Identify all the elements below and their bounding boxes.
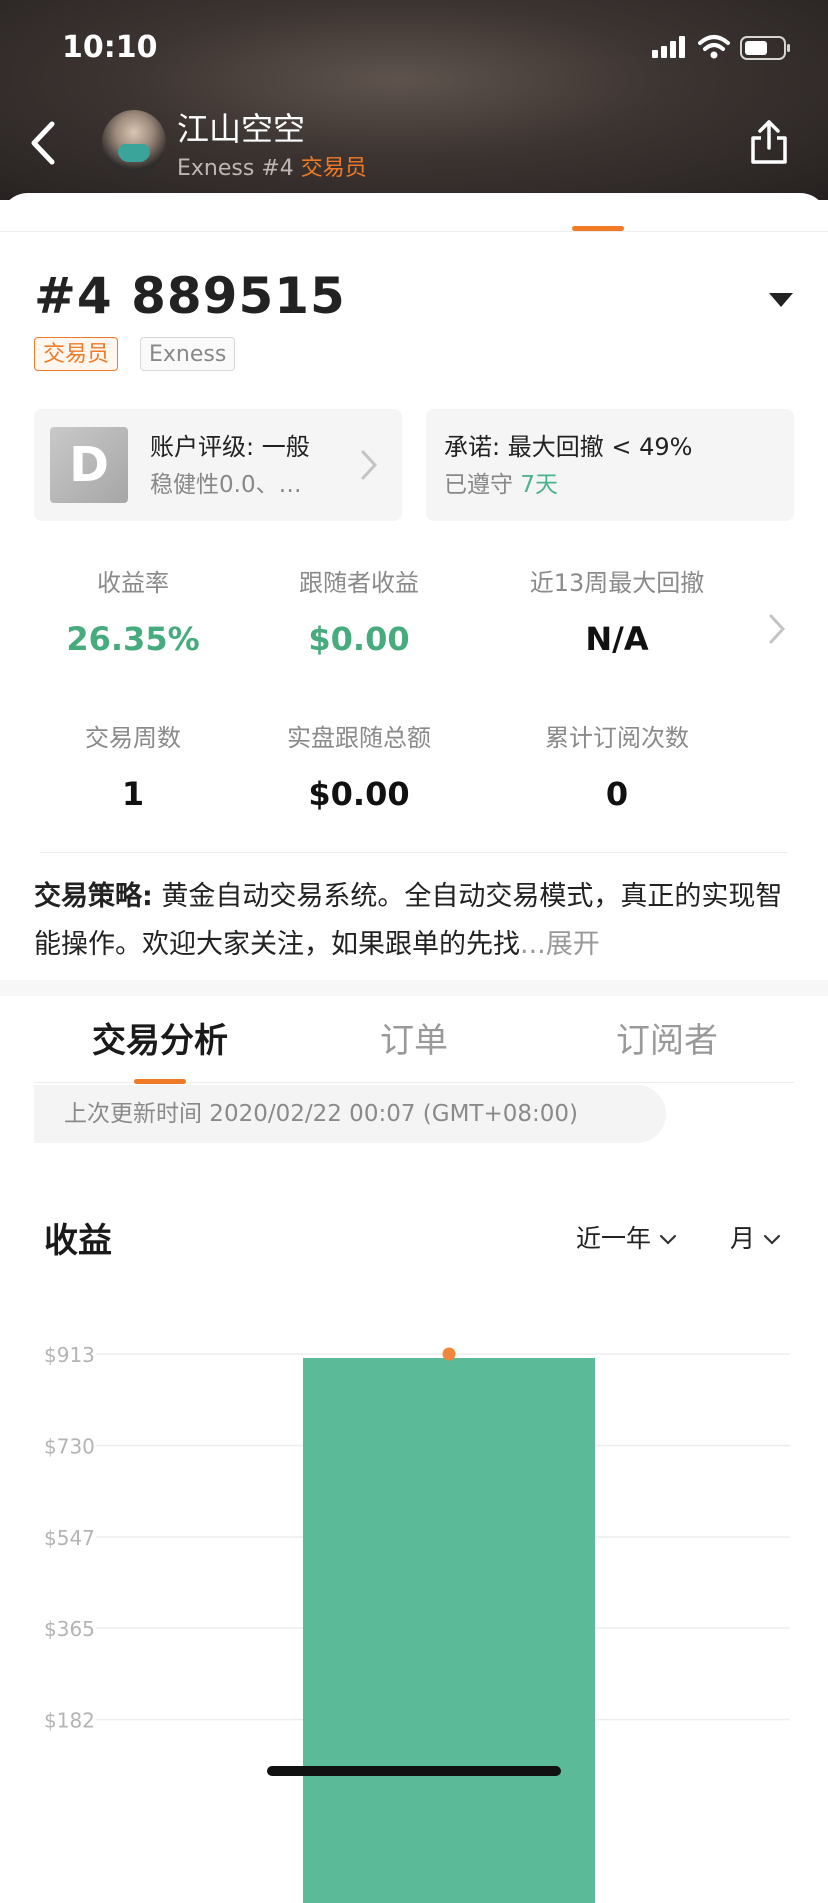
content-sheet: #4 889515 交易员 Exness D 账户评级: 一般 稳健性0.0、……	[0, 193, 828, 1903]
chevron-right-icon[interactable]	[768, 613, 786, 645]
chevron-down-icon	[763, 1234, 781, 1245]
range-select[interactable]: 近一年	[576, 1219, 677, 1255]
top-tab-indicator	[572, 226, 624, 231]
trader-role: 交易员	[300, 156, 367, 181]
range-value: 近一年	[576, 1224, 652, 1253]
trader-rank: #4	[261, 156, 294, 181]
trader-name: 江山空空	[177, 110, 306, 148]
profit-chart: $913 $730 $547 $365 $182	[44, 1343, 790, 1903]
promise-status: 已遵守 7天	[444, 465, 558, 499]
cellular-signal-icon	[652, 36, 685, 58]
section-divider	[0, 980, 828, 996]
avatar-mask	[118, 144, 150, 162]
stat-label: 实盘跟随总额	[287, 724, 431, 752]
home-indicator	[267, 1766, 561, 1776]
account-dropdown-icon[interactable]	[768, 291, 794, 309]
active-tab-indicator	[134, 1079, 186, 1084]
stat-label: 收益率	[97, 569, 169, 597]
stat-value: $0.00	[308, 620, 410, 658]
stat-trading-weeks: 交易周数 1	[20, 718, 246, 813]
stat-label: 近13周最大回撤	[529, 569, 705, 597]
y-tick-label: $365	[44, 1617, 95, 1641]
top-tab-divider	[0, 231, 828, 232]
stat-value: N/A	[585, 620, 649, 658]
chart-point-marker[interactable]	[442, 1347, 456, 1361]
tab-orders[interactable]: 订单	[380, 1013, 448, 1062]
chart-title: 收益	[44, 1221, 112, 1261]
stat-label: 交易周数	[85, 724, 181, 752]
back-arrow-icon[interactable]	[26, 118, 62, 168]
promise-card: 承诺: 最大回撤 < 49% 已遵守 7天	[426, 409, 794, 521]
last-update-bar: 上次更新时间 2020/02/22 00:07 (GMT+08:00)	[34, 1085, 666, 1143]
divider	[40, 852, 788, 853]
strategy-description: 交易策略: 黄金自动交易系统。全自动交易模式，真正的实现智能操作。欢迎大家关注，…	[34, 873, 796, 969]
role-tag: 交易员	[34, 337, 119, 371]
account-rating-card[interactable]: D 账户评级: 一般 稳健性0.0、…	[34, 409, 402, 521]
y-tick-label: $913	[44, 1343, 95, 1367]
battery-icon	[740, 36, 790, 60]
stat-value: 0	[605, 775, 629, 813]
stat-value: $0.00	[308, 775, 410, 813]
account-number: #4 889515	[34, 267, 346, 325]
chevron-right-icon	[361, 450, 378, 480]
chart-bar[interactable]	[303, 1358, 595, 1903]
stat-value: 26.35%	[66, 620, 200, 658]
stat-follower-profit: 跟随者收益 $0.00	[246, 563, 472, 658]
rating-subtitle: 稳健性0.0、…	[150, 472, 302, 498]
stat-subscriptions: 累计订阅次数 0	[504, 718, 730, 813]
expand-link[interactable]: ...展开	[520, 929, 600, 960]
broker-tag: Exness	[140, 337, 236, 371]
trader-subtitle: Exness #4 交易员	[177, 150, 367, 182]
tab-subscribers[interactable]: 订阅者	[616, 1013, 718, 1062]
period-select[interactable]: 月	[730, 1219, 781, 1255]
promise-title: 承诺: 最大回撤 < 49%	[444, 433, 693, 461]
stat-follow-amount: 实盘跟随总额 $0.00	[246, 718, 472, 813]
y-tick-label: $182	[44, 1709, 95, 1733]
stat-value: 1	[121, 775, 145, 813]
stat-label: 累计订阅次数	[545, 724, 689, 752]
promise-kept-label: 已遵守	[444, 472, 513, 498]
rating-title: 账户评级: 一般	[150, 433, 310, 461]
strategy-label: 交易策略:	[34, 881, 153, 912]
trader-avatar[interactable]	[102, 110, 166, 174]
trader-broker: Exness	[177, 156, 255, 181]
promise-kept-days: 7天	[520, 472, 558, 498]
stat-max-drawdown: 近13周最大回撤 N/A	[504, 563, 730, 658]
tab-trading-analysis[interactable]: 交易分析	[92, 1013, 228, 1062]
share-icon[interactable]	[748, 118, 790, 166]
wifi-icon	[698, 35, 730, 59]
stat-label: 跟随者收益	[299, 569, 419, 597]
rating-grade-badge: D	[50, 427, 128, 503]
chevron-down-icon	[659, 1234, 677, 1245]
y-tick-label: $547	[44, 1526, 95, 1550]
stat-return-rate: 收益率 26.35%	[20, 563, 246, 658]
status-time: 10:10	[62, 30, 158, 65]
period-value: 月	[730, 1224, 756, 1253]
y-tick-label: $730	[44, 1435, 95, 1459]
